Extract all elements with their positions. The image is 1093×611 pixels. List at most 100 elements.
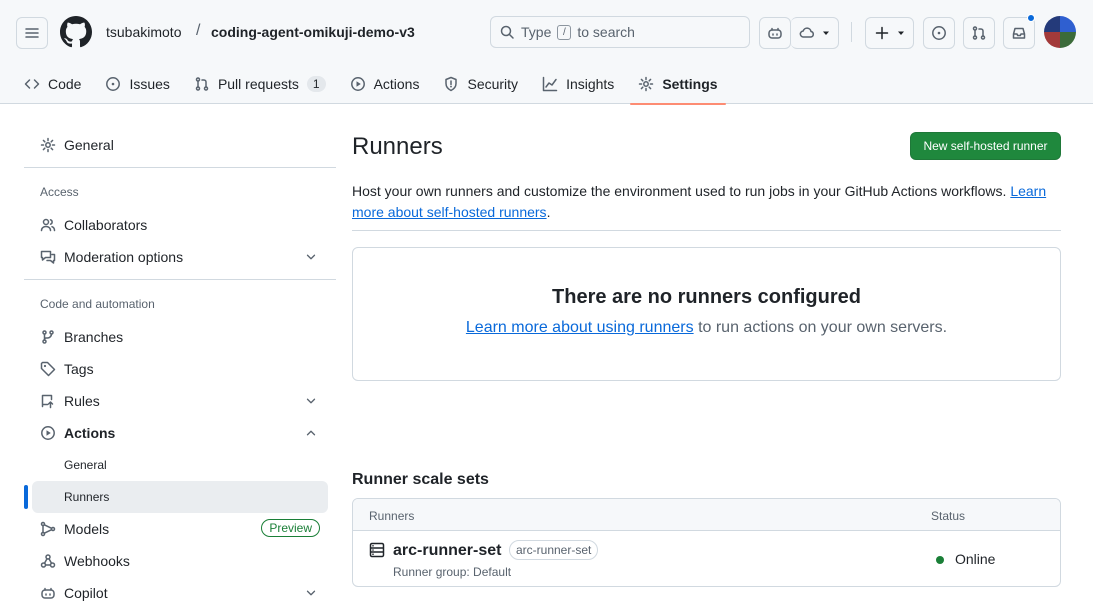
people-icon bbox=[40, 218, 56, 232]
sidebar-item-label: Rules bbox=[64, 393, 100, 409]
column-header-runners: Runners bbox=[369, 509, 415, 523]
chevron-down-icon bbox=[306, 398, 316, 404]
sidebar-subitem-actions-runners[interactable]: Runners bbox=[32, 481, 328, 513]
copilot-icon bbox=[768, 27, 782, 39]
repo-tabs: Code Issues Pull requests 1 Actions Secu… bbox=[16, 64, 734, 105]
github-logo-icon[interactable] bbox=[60, 16, 92, 48]
sidebar-item-label: Collaborators bbox=[64, 217, 148, 233]
create-new-button[interactable] bbox=[865, 17, 914, 49]
tab-label: Security bbox=[467, 76, 519, 92]
tag-icon bbox=[40, 361, 56, 377]
runner-scale-sets-table: Runners Status arc-runner-set arc-runner… bbox=[352, 498, 1061, 587]
copilot-icon bbox=[41, 587, 55, 599]
learn-more-runners-link[interactable]: Learn more about using runners bbox=[466, 319, 694, 336]
chevron-down-icon bbox=[306, 590, 316, 596]
column-header-status: Status bbox=[931, 509, 966, 523]
chevron-up-icon bbox=[306, 430, 316, 436]
preview-badge: Preview bbox=[261, 519, 320, 537]
pull-request-icon bbox=[195, 77, 209, 91]
sidebar-item-models[interactable]: Models Preview bbox=[32, 513, 328, 545]
sidebar-item-actions[interactable]: Actions bbox=[32, 417, 328, 449]
sidebar-item-rules[interactable]: Rules bbox=[32, 385, 328, 417]
tab-label: Pull requests bbox=[217, 76, 299, 92]
sidebar-item-tags[interactable]: Tags bbox=[32, 353, 328, 385]
copilot-button[interactable] bbox=[759, 17, 791, 49]
menu-button[interactable] bbox=[16, 17, 48, 49]
caret-down-icon bbox=[897, 31, 904, 35]
pull-requests-button[interactable] bbox=[963, 17, 995, 49]
gear-icon bbox=[639, 76, 654, 92]
sidebar-item-label: Models bbox=[64, 521, 110, 537]
sidebar-item-branches[interactable]: Branches bbox=[32, 321, 328, 353]
cloud-icon bbox=[799, 27, 814, 38]
server-icon bbox=[369, 542, 385, 558]
sidebar-heading-access: Access bbox=[40, 185, 79, 199]
search-suffix: to search bbox=[577, 24, 635, 40]
empty-state-text: Learn more about using runners to run ac… bbox=[353, 319, 1060, 337]
avatar[interactable] bbox=[1044, 16, 1076, 48]
sidebar-item-label: Tags bbox=[64, 361, 94, 377]
tab-label: Code bbox=[48, 76, 82, 92]
sidebar-item-copilot[interactable]: Copilot bbox=[32, 577, 328, 609]
chevron-down-icon bbox=[306, 254, 316, 260]
ai-model-icon bbox=[40, 521, 56, 537]
sidebar-item-label: Actions bbox=[64, 425, 116, 441]
repo-name-link[interactable]: coding-agent-omikuji-demo-v3 bbox=[211, 24, 415, 40]
notification-indicator bbox=[1027, 14, 1035, 22]
description-text: Host your own runners and customize the … bbox=[352, 183, 1007, 199]
tab-settings[interactable]: Settings bbox=[630, 64, 726, 105]
tab-code[interactable]: Code bbox=[16, 64, 89, 104]
branch-icon bbox=[42, 330, 54, 344]
caret-down-icon bbox=[822, 31, 829, 35]
play-icon bbox=[41, 426, 55, 440]
repo-owner-link[interactable]: tsubakimoto bbox=[106, 24, 181, 40]
pull-request-count-badge: 1 bbox=[306, 76, 326, 92]
sidebar-subitem-actions-general[interactable]: General bbox=[32, 449, 328, 481]
tab-label: Insights bbox=[566, 76, 615, 92]
section-divider bbox=[352, 230, 1061, 231]
tab-insights[interactable]: Insights bbox=[534, 64, 622, 104]
sidebar-heading-code-automation: Code and automation bbox=[40, 297, 155, 311]
sidebar-item-label: General bbox=[64, 137, 114, 153]
tab-label: Actions bbox=[373, 76, 420, 92]
issue-icon bbox=[932, 26, 946, 40]
gear-icon bbox=[40, 137, 56, 153]
sidebar-item-collaborators[interactable]: Collaborators bbox=[32, 209, 328, 241]
plus-icon bbox=[875, 26, 888, 40]
search-shortcut-key: / bbox=[557, 24, 572, 40]
sidebar-divider bbox=[24, 279, 336, 280]
copilot-dropdown-button[interactable] bbox=[791, 17, 839, 49]
page-description: Host your own runners and customize the … bbox=[352, 183, 1047, 220]
webhook-icon bbox=[40, 554, 56, 568]
inbox-icon bbox=[1012, 27, 1026, 39]
tab-label: Settings bbox=[662, 76, 718, 92]
breadcrumb-separator: / bbox=[196, 22, 201, 39]
graph-icon bbox=[542, 76, 558, 92]
page-title: Runners bbox=[352, 133, 443, 160]
pull-request-icon bbox=[972, 26, 986, 40]
issues-button[interactable] bbox=[923, 17, 955, 49]
new-self-hosted-runner-button[interactable]: New self-hosted runner bbox=[910, 132, 1061, 160]
sidebar-item-label: Moderation options bbox=[64, 249, 184, 265]
empty-state-suffix: to run actions on your own servers. bbox=[698, 319, 948, 336]
search-input[interactable]: Type / to search bbox=[490, 16, 750, 48]
empty-state-box: There are no runners configured Learn mo… bbox=[352, 247, 1061, 381]
sidebar-item-moderation[interactable]: Moderation options bbox=[32, 241, 328, 273]
tab-pull-requests[interactable]: Pull requests 1 bbox=[186, 64, 334, 104]
tab-issues[interactable]: Issues bbox=[97, 64, 177, 104]
sidebar-item-label: Copilot bbox=[64, 585, 108, 601]
runner-status-text: Online bbox=[955, 551, 996, 567]
sidebar-item-label: Webhooks bbox=[64, 553, 130, 569]
runner-name-link[interactable]: arc-runner-set bbox=[393, 542, 501, 560]
comment-discussion-icon bbox=[40, 250, 56, 264]
play-icon bbox=[350, 77, 365, 91]
header-divider bbox=[851, 22, 852, 42]
issue-icon bbox=[106, 77, 121, 91]
sidebar-item-general[interactable]: General bbox=[32, 129, 328, 161]
code-icon bbox=[24, 79, 40, 89]
repo-push-icon bbox=[41, 394, 54, 409]
sidebar-item-webhooks[interactable]: Webhooks bbox=[32, 545, 328, 577]
tab-actions[interactable]: Actions bbox=[342, 64, 428, 104]
active-item-indicator bbox=[24, 485, 28, 509]
tab-security[interactable]: Security bbox=[435, 64, 526, 104]
